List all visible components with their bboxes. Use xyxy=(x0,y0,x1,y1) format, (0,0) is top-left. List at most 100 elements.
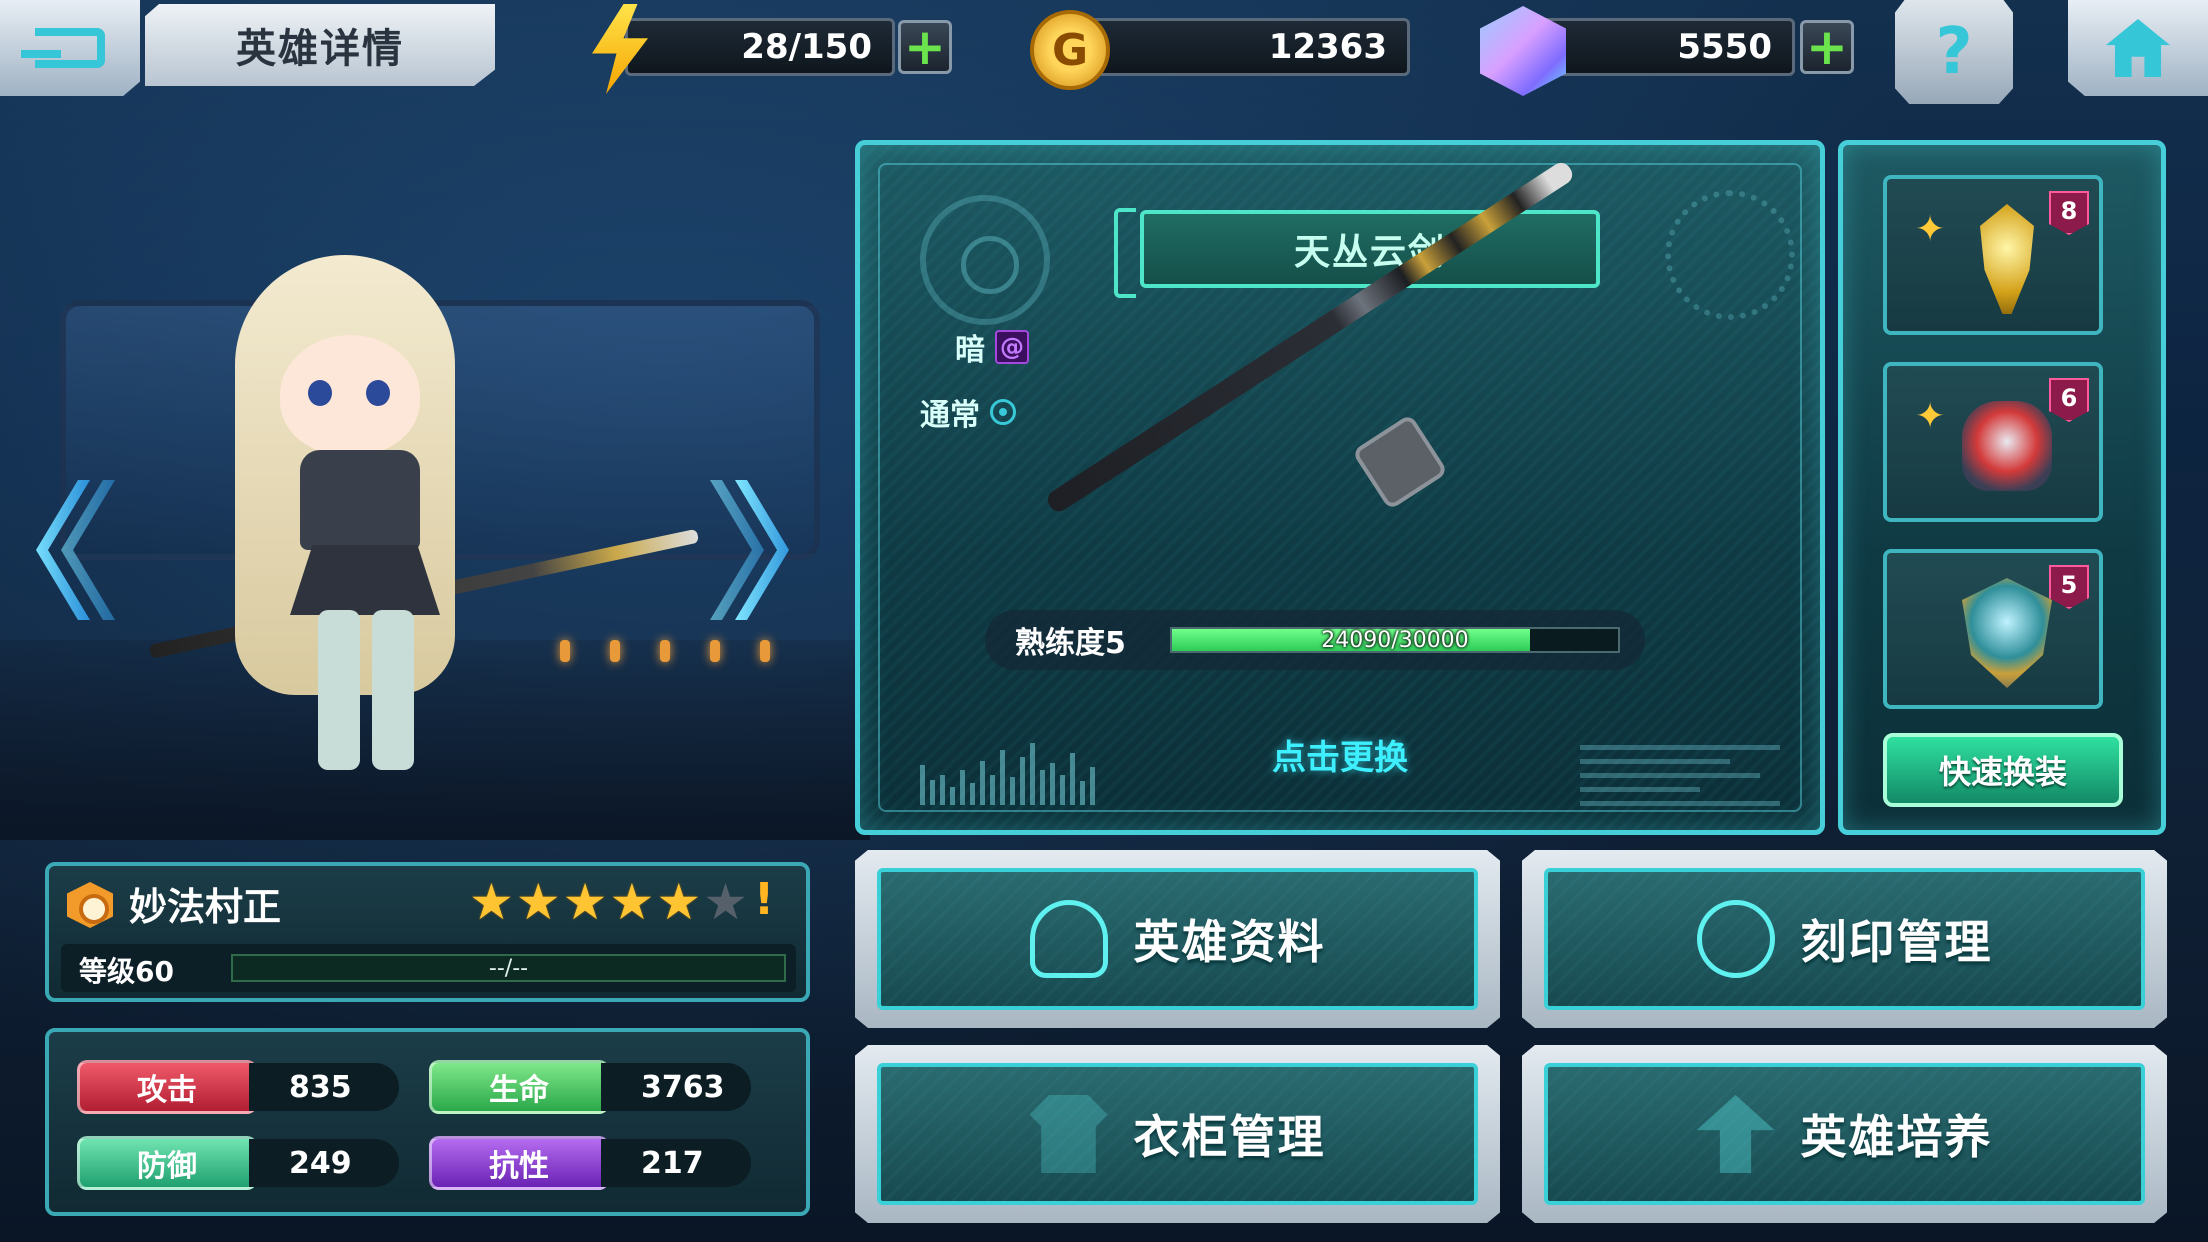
target-ring-decoration xyxy=(920,195,1050,325)
mastery-progress-bar: 24090/30000 xyxy=(1170,627,1620,653)
home-button[interactable] xyxy=(2068,0,2208,96)
stat-hp: 生命 3763 xyxy=(429,1060,751,1114)
gem-counter: 5550 xyxy=(1530,18,1795,76)
equipment-slot-3[interactable]: 5 xyxy=(1883,549,2103,709)
gold-coin-symbol: G xyxy=(1051,24,1089,76)
hero-profile-button-face: 英雄资料 xyxy=(877,868,1478,1010)
dark-swirl-icon: @ xyxy=(995,330,1029,364)
stat-resist: 抗性 217 xyxy=(429,1136,751,1190)
weapon-element: 暗 @ xyxy=(955,325,1029,369)
change-weapon-button[interactable]: 点击更换 xyxy=(860,730,1820,779)
hero-training-button-face: 英雄培养 xyxy=(1544,1063,2145,1205)
hero-exp-bar: --/-- xyxy=(231,954,786,982)
chevron-right-icon xyxy=(710,480,764,620)
chevron-right-icon xyxy=(735,480,789,620)
stat-attack: 攻击 835 xyxy=(77,1060,399,1114)
gold-counter: 12363 xyxy=(1080,18,1410,76)
hero-level: 等级60 xyxy=(79,955,174,988)
gem-value: 5550 xyxy=(1677,27,1772,67)
stat-attack-value: 835 xyxy=(249,1063,399,1111)
hero-training-button[interactable]: 英雄培养 xyxy=(1522,1045,2167,1223)
shield-emblem-icon xyxy=(1962,578,2052,688)
add-gems-button[interactable]: + xyxy=(1800,20,1854,74)
weapon-panel: 天丛云剑 暗 @ 通常 熟练度5 24090/30000 点击更换 xyxy=(855,140,1825,835)
golden-ornament-icon xyxy=(1980,204,2034,314)
star-filled-icon: ★ xyxy=(562,873,608,931)
mastery-row: 熟练度5 24090/30000 xyxy=(985,610,1645,670)
star-filled-icon: ★ xyxy=(469,873,514,931)
stat-hp-value: 3763 xyxy=(601,1063,751,1111)
star-empty-icon: ★ xyxy=(703,873,748,931)
red-gauntlet-icon xyxy=(1962,401,2052,491)
weapon-element-label: 暗 xyxy=(955,333,985,368)
warning-icon[interactable]: ! xyxy=(754,874,774,925)
wardrobe-button[interactable]: 衣柜管理 xyxy=(855,1045,1500,1223)
star-filled-icon: ★ xyxy=(515,873,561,931)
person-icon xyxy=(1029,900,1108,978)
hero-level-row: 等级60 --/-- xyxy=(61,944,796,992)
upgrade-arrow-icon xyxy=(1696,1095,1775,1173)
stat-resist-value: 217 xyxy=(601,1139,751,1187)
hero-class-icon xyxy=(67,882,113,928)
star-icon: ✦ xyxy=(1915,209,1946,250)
hero-training-label: 英雄培养 xyxy=(1800,1110,1993,1164)
equipment-slot-2[interactable]: ✦ 6 xyxy=(1883,362,2103,522)
equipment-level-badge: 6 xyxy=(2049,378,2089,422)
hero-body xyxy=(300,450,420,550)
dial-ring-decoration xyxy=(1665,190,1795,320)
star-icon: ✦ xyxy=(1915,396,1946,437)
hero-info-panel: 妙法村正 ★ ★ ★ ★ ★ ★ ! 等级60 --/-- xyxy=(45,862,810,1002)
top-bar: 英雄详情 28/150 + 12363 G 5550 + ? xyxy=(0,0,2208,104)
energy-counter: 28/150 xyxy=(625,18,895,76)
shirt-icon xyxy=(1029,1095,1108,1173)
hero-leg-left xyxy=(318,610,360,770)
equipment-level-badge: 5 xyxy=(2049,565,2089,609)
seal-management-button[interactable]: 刻印管理 xyxy=(1522,850,2167,1028)
equipment-slot-1[interactable]: ✦ 8 xyxy=(1883,175,2103,335)
hero-eye-left xyxy=(308,380,332,406)
hero-star-rating: ★ ★ ★ ★ ★ ★ xyxy=(469,874,748,930)
chevron-left-icon xyxy=(61,480,115,620)
hero-profile-button[interactable]: 英雄资料 xyxy=(855,850,1500,1028)
hero-exp-text: --/-- xyxy=(488,955,529,981)
equipment-panel: ✦ 8 ✦ 6 5 快速换装 xyxy=(1838,140,2166,835)
hero-name: 妙法村正 xyxy=(129,885,282,929)
quick-equip-button[interactable]: 快速换装 xyxy=(1883,733,2123,807)
stat-defense: 防御 249 xyxy=(77,1136,399,1190)
wardrobe-button-face: 衣柜管理 xyxy=(877,1063,1478,1205)
star-filled-icon: ★ xyxy=(656,873,702,931)
energy-value: 28/150 xyxy=(741,27,872,67)
back-arrow-icon xyxy=(21,28,105,68)
page-title: 英雄详情 xyxy=(145,4,495,86)
stat-hp-label: 生命 xyxy=(429,1060,609,1114)
help-button[interactable]: ? xyxy=(1895,0,2013,104)
hero-face xyxy=(280,335,420,455)
stat-defense-value: 249 xyxy=(249,1139,399,1187)
next-hero-button[interactable] xyxy=(710,470,800,630)
gold-coin-icon: G xyxy=(1030,10,1110,90)
hero-character-portrait[interactable] xyxy=(140,255,700,795)
previous-hero-button[interactable] xyxy=(20,470,115,630)
hero-profile-label: 英雄资料 xyxy=(1133,915,1326,969)
wardrobe-label: 衣柜管理 xyxy=(1133,1110,1326,1164)
stat-resist-label: 抗性 xyxy=(429,1136,609,1190)
mastery-progress-text: 24090/30000 xyxy=(1321,627,1469,653)
seal-icon xyxy=(1696,900,1775,978)
chevron-left-icon xyxy=(36,480,90,620)
weapon-name: 天丛云剑 xyxy=(1114,208,1600,298)
hero-stats-panel: 攻击 835 生命 3763 防御 249 抗性 217 xyxy=(45,1028,810,1216)
seal-management-button-face: 刻印管理 xyxy=(1544,868,2145,1010)
hero-eye-right xyxy=(366,380,390,406)
weapon-attack-type-label: 通常 xyxy=(920,398,980,433)
target-dot-icon xyxy=(990,399,1016,425)
star-filled-icon: ★ xyxy=(609,873,655,931)
gold-value: 12363 xyxy=(1268,27,1387,67)
stat-defense-label: 防御 xyxy=(77,1136,257,1190)
hero-leg-right xyxy=(372,610,414,770)
add-energy-button[interactable]: + xyxy=(898,20,952,74)
mastery-label: 熟练度5 xyxy=(1015,626,1126,661)
question-mark-icon: ? xyxy=(1935,15,1973,89)
home-icon xyxy=(2106,19,2170,77)
back-button[interactable] xyxy=(0,0,140,96)
hero-skirt xyxy=(290,545,440,615)
